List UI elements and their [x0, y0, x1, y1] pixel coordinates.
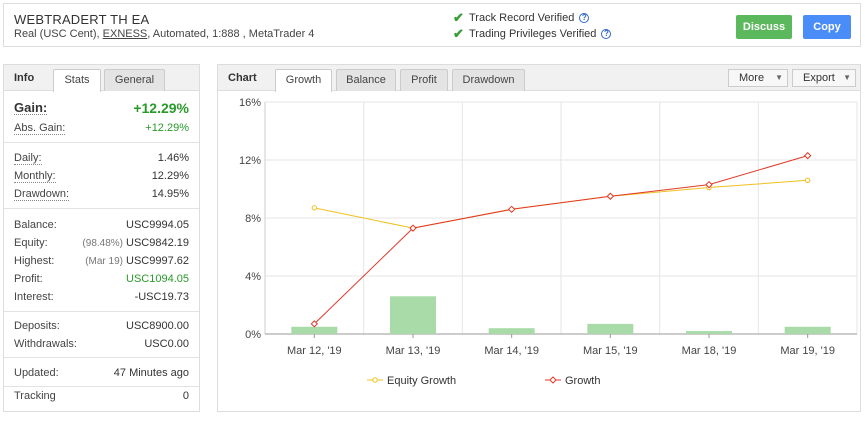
updated-row: Updated: 47 Minutes ago	[14, 365, 189, 381]
checkmark-icon: ✔	[453, 10, 464, 25]
legend-label: Equity Growth	[387, 375, 456, 387]
highest-value-group: (Mar 19) USC9997.62	[85, 255, 189, 267]
highest-value: USC9997.62	[126, 255, 189, 267]
highest-row: Highest: (Mar 19) USC9997.62	[14, 253, 189, 269]
updated-value: 47 Minutes ago	[113, 367, 189, 379]
updated-label: Updated:	[14, 367, 59, 379]
gain-value: +12.29%	[133, 100, 189, 116]
account-header: WEBTRADERT TH EA Real (USC Cent), EXNESS…	[3, 3, 861, 47]
divider	[4, 142, 199, 143]
divider	[4, 208, 199, 209]
equity-row: Equity: (98.48%) USC9842.19	[14, 235, 189, 251]
y-tick-label: 16%	[239, 97, 261, 109]
x-tick-label: Mar 18, '19	[682, 345, 737, 357]
gain-label[interactable]: Gain:	[14, 101, 48, 115]
track-record-label: Track Record Verified	[469, 12, 575, 24]
profit-value: USC1094.05	[126, 273, 189, 285]
equity-percent: (98.48%)	[82, 238, 123, 249]
legend-marker	[549, 376, 557, 384]
abs-gain-value: +12.29%	[145, 122, 189, 134]
x-tick-label: Mar 14, '19	[484, 345, 539, 357]
drawdown-label[interactable]: Drawdown:	[14, 188, 70, 201]
data-point	[804, 177, 811, 184]
deposits-row: Deposits: USC8900.00	[14, 318, 189, 334]
x-tick-label: Mar 19, '19	[780, 345, 835, 357]
trading-privileges-label: Trading Privileges Verified	[469, 28, 597, 40]
x-tick-label: Mar 13, '19	[386, 345, 441, 357]
gain-row: Gain: +12.29%	[14, 100, 189, 116]
deposits-label: Deposits:	[14, 320, 60, 332]
tab-stats[interactable]: Stats	[53, 69, 101, 92]
growth-chart[interactable]: 0% 4% 8% 12% 16% Mar 12, '19 Mar 13, '19 Mar 14…	[217, 64, 861, 412]
withdrawals-value: USC0.00	[144, 338, 189, 350]
daily-label[interactable]: Daily:	[14, 152, 42, 165]
withdrawals-row: Withdrawals: USC0.00	[14, 336, 189, 352]
legend-label: Growth	[565, 375, 600, 387]
tracking-label: Tracking	[14, 390, 56, 402]
help-icon[interactable]: ?	[601, 29, 612, 39]
info-title: Info	[14, 72, 35, 84]
checkmark-icon: ✔	[453, 26, 464, 41]
account-subtitle: Real (USC Cent), EXNESS, Automated, 1:88…	[14, 28, 314, 40]
profit-label: Profit:	[14, 273, 43, 285]
balance-label: Balance:	[14, 219, 57, 231]
abs-gain-row: Abs. Gain: +12.29%	[14, 120, 189, 136]
abs-gain-label[interactable]: Abs. Gain:	[14, 122, 66, 135]
balance-value: USC9994.05	[126, 219, 189, 231]
interest-value: -USC19.73	[134, 291, 189, 303]
highest-label: Highest:	[14, 255, 55, 267]
interest-label: Interest:	[14, 291, 54, 303]
equity-label: Equity:	[14, 237, 48, 249]
y-tick-label: 8%	[245, 213, 261, 225]
monthly-label[interactable]: Monthly:	[14, 170, 56, 183]
y-tick-label: 0%	[245, 329, 261, 341]
divider	[4, 386, 199, 387]
data-point	[606, 192, 615, 200]
y-tick-label: 12%	[239, 155, 261, 167]
equity-value: USC9842.19	[126, 237, 189, 249]
monthly-row: Monthly: 12.29%	[14, 168, 189, 184]
tracking-value: 0	[182, 390, 189, 402]
data-point	[803, 151, 812, 160]
daily-value: 1.46%	[157, 152, 189, 164]
equity-value-group: (98.48%) USC9842.19	[82, 237, 189, 249]
legend-marker	[372, 377, 378, 383]
bar	[291, 326, 338, 334]
y-tick-label: 4%	[245, 271, 261, 283]
bar	[686, 331, 732, 334]
broker-link[interactable]: EXNESS	[103, 28, 148, 40]
account-title: WEBTRADERT TH EA	[14, 12, 150, 27]
help-icon[interactable]: ?	[579, 13, 590, 23]
balance-row: Balance: USC9994.05	[14, 217, 189, 233]
x-tick-label: Mar 15, '19	[583, 345, 638, 357]
deposits-value: USC8900.00	[126, 320, 189, 332]
highest-date: (Mar 19)	[85, 256, 123, 267]
info-panel: Info Stats General Gain: +12.29% Abs. Ga…	[3, 64, 200, 412]
track-record-verified: ✔ Track Record Verified ?	[453, 10, 590, 26]
drawdown-value: 14.95%	[151, 188, 189, 200]
daily-row: Daily: 1.46%	[14, 150, 189, 166]
x-tick-label: Mar 12, '19	[287, 345, 342, 357]
tracking-row: Tracking 0	[14, 388, 189, 404]
profit-row: Profit: USC1094.05	[14, 271, 189, 287]
interest-row: Interest: -USC19.73	[14, 289, 189, 305]
bar	[488, 328, 535, 334]
monthly-value: 12.29%	[151, 170, 189, 182]
tab-general[interactable]: General	[104, 69, 165, 91]
withdrawals-label: Withdrawals:	[14, 338, 77, 350]
drawdown-row: Drawdown: 14.95%	[14, 186, 189, 202]
info-tabbar: Info Stats General	[4, 65, 199, 92]
data-point	[311, 205, 318, 211]
divider	[4, 357, 199, 358]
account-details: , Automated, 1:888 , MetaTrader 4	[147, 28, 315, 40]
discuss-button[interactable]: Discuss	[736, 15, 792, 39]
account-type: Real (USC Cent),	[14, 28, 103, 40]
copy-button[interactable]: Copy	[803, 15, 851, 39]
bar	[587, 323, 634, 334]
divider	[4, 311, 199, 312]
trading-privileges-verified: ✔ Trading Privileges Verified ?	[453, 26, 612, 42]
bar	[390, 296, 436, 334]
bar	[784, 326, 831, 334]
data-point	[507, 205, 516, 214]
